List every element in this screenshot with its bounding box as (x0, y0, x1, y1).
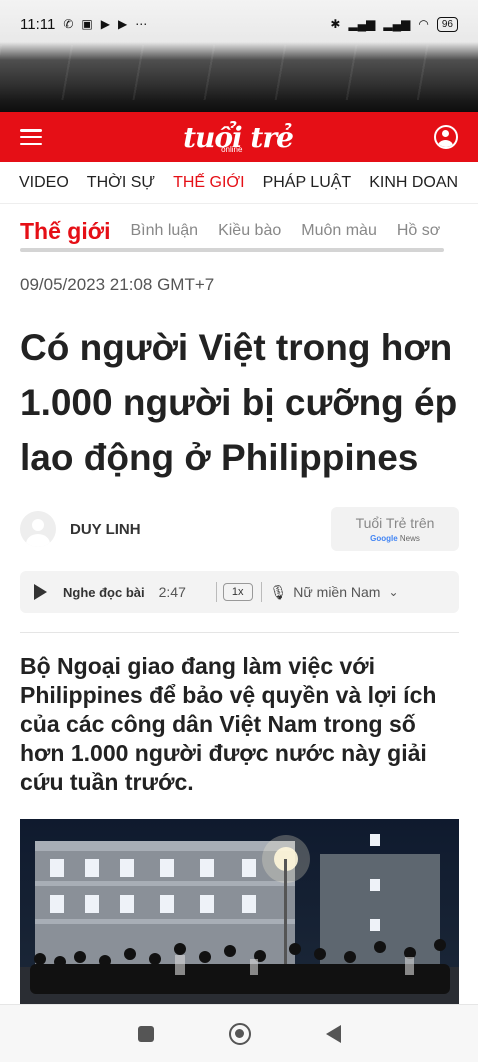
article-sapo: Bộ Ngoại giao đang làm việc với Philippi… (20, 653, 437, 795)
avatar (20, 511, 56, 547)
menu-icon[interactable] (20, 129, 42, 145)
photo-illustration (20, 819, 459, 1004)
recent-apps-button[interactable] (137, 1025, 154, 1042)
sub-nav-scrollbar[interactable] (20, 248, 444, 252)
nav-item-the-gioi[interactable]: THẾ GIỚI (173, 174, 245, 192)
play-icon: ▶ (117, 17, 128, 31)
divider (20, 632, 459, 633)
missed-call-icon: ✆ (63, 17, 74, 31)
article-date: 09/05/2023 21:08 GMT+7 (20, 275, 215, 294)
sub-nav-item[interactable]: Muôn màu (301, 222, 377, 240)
home-button[interactable] (228, 1022, 251, 1045)
site-logo[interactable]: tuổi trẻ online (183, 121, 294, 154)
sub-nav-item[interactable]: Hồ sơ (397, 222, 440, 240)
back-button[interactable] (325, 1024, 341, 1043)
user-account-icon[interactable] (433, 125, 458, 149)
speed-button[interactable]: 1x (222, 583, 253, 601)
microphone-icon: 🎙 (269, 583, 288, 600)
author[interactable]: DUY LINH (20, 511, 141, 547)
battery-indicator: 96 (436, 16, 458, 32)
wifi-icon: ◠ (418, 17, 429, 31)
nav-item-thoi-su[interactable]: THỜI SỰ (87, 174, 155, 192)
author-row: DUY LINH Tuổi Trẻ trên Google News (20, 507, 459, 551)
nav-item-video[interactable]: VIDEO (19, 174, 69, 192)
main-nav: VIDEO THỜI SỰ THẾ GIỚI PHÁP LUẬT KINH DO… (0, 162, 478, 204)
nav-item-kinh-doanh[interactable]: KINH DOAN (369, 174, 458, 192)
play-icon: ▶ (100, 17, 110, 31)
article-title: Có người Việt trong hơn 1.000 người bị c… (20, 327, 458, 478)
google-news-label: Tuổi Trẻ trên (355, 515, 435, 531)
divider (215, 582, 217, 602)
bluetooth-icon: ✱ (330, 17, 341, 31)
more-dots-icon: ⋯ (135, 17, 148, 31)
audio-duration: 2:47 (158, 584, 186, 600)
status-time: 11:11 (20, 15, 56, 33)
logo-sub: online (221, 144, 243, 154)
sub-nav-item[interactable]: Kiều bào (218, 222, 281, 240)
divider (260, 582, 262, 602)
audio-label: Nghe đọc bài (63, 584, 145, 600)
status-bar: 11:11 ✆ ▣ ▶ ▶ ⋯ ✱ ▂▄▆ ▂▄▆ ◠ 96 (0, 0, 478, 48)
zalo-icon: ▣ (81, 17, 93, 31)
author-name: DUY LINH (70, 520, 141, 538)
nav-item-phap-luat[interactable]: PHÁP LUẬT (263, 174, 352, 192)
voice-select[interactable]: Nữ miền Nam (293, 584, 380, 600)
sub-nav-item[interactable]: Bình luận (130, 222, 198, 240)
section-title[interactable]: Thế giới (20, 218, 110, 245)
play-icon[interactable] (34, 584, 47, 600)
signal-icon: ▂▄▆ (383, 17, 411, 31)
system-nav-bar (0, 1004, 478, 1062)
signal-icon: ▂▄▆ (348, 17, 376, 31)
chevron-down-icon[interactable]: ⌄ (388, 585, 398, 599)
site-header: tuổi trẻ online (0, 112, 478, 162)
google-news-logo: Google News (370, 534, 420, 543)
article-photo[interactable] (20, 819, 459, 1004)
google-news-button[interactable]: Tuổi Trẻ trên Google News (331, 507, 459, 551)
audio-player: Nghe đọc bài 2:47 1x 🎙 Nữ miền Nam ⌄ (20, 571, 459, 613)
